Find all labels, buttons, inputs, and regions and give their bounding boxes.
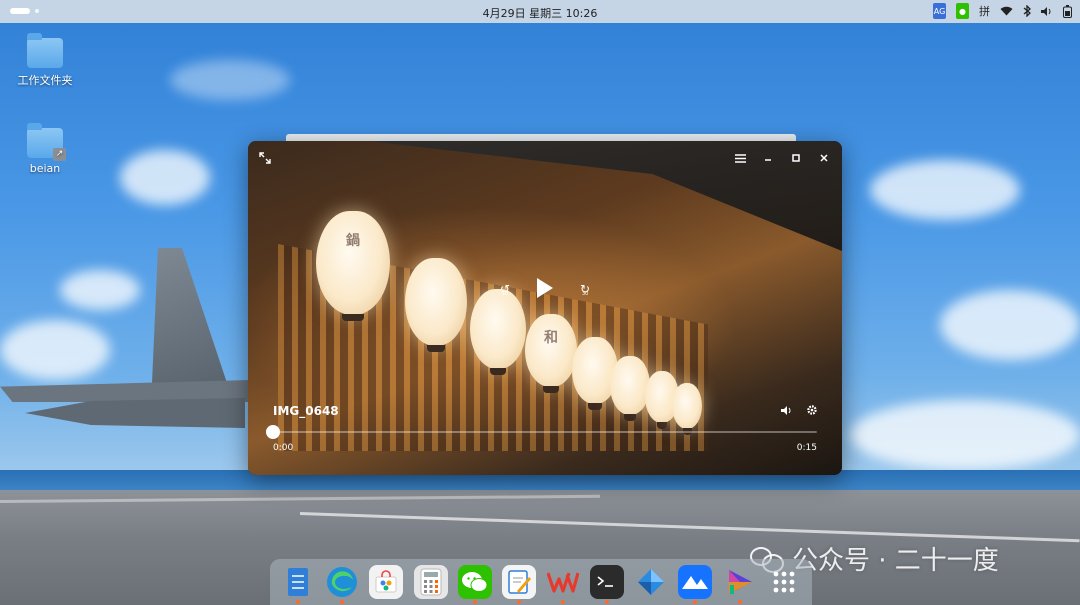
wifi-icon[interactable]	[1000, 3, 1013, 19]
close-icon	[820, 154, 828, 162]
speaker-icon	[781, 406, 791, 415]
volume-icon[interactable]	[1041, 3, 1053, 19]
video-player-window[interactable]: 鍋 和 ↺ 10 ↻ 30 IMG_0648 0:00 0:15	[248, 141, 842, 475]
watermark-text: 公众号 · 二十一度	[792, 546, 999, 576]
video-frame: 鍋 和	[248, 141, 842, 475]
maximize-button[interactable]	[788, 150, 804, 166]
skip-forward-seconds: 30	[582, 291, 589, 297]
dock-app-edge[interactable]	[325, 565, 359, 604]
dock	[270, 559, 812, 605]
video-title: IMG_0648	[273, 404, 339, 418]
battery-icon[interactable]	[1063, 3, 1072, 19]
minimize-button[interactable]	[760, 150, 776, 166]
maximize-icon	[792, 154, 800, 162]
terminal-icon	[597, 576, 614, 587]
dock-app-launcher[interactable]	[767, 565, 801, 599]
desktop-icon-work-folder[interactable]: 工作文件夹	[15, 33, 75, 88]
dock-app-media-player[interactable]	[723, 565, 757, 604]
skip-back-seconds: 10	[502, 291, 509, 297]
input-method-indicator[interactable]: 拼	[979, 3, 990, 19]
desktop-icon-label: beian	[29, 162, 61, 175]
system-tray: AG ● 拼	[933, 3, 1072, 19]
app-store-icon	[375, 570, 397, 593]
edge-browser-icon	[327, 567, 358, 597]
dock-app-terminal[interactable]	[590, 565, 625, 604]
folder-icon	[27, 33, 63, 68]
dock-app-calculator[interactable]	[413, 565, 448, 599]
file-manager-icon	[288, 568, 309, 596]
calculator-icon	[420, 568, 442, 596]
dock-app-store[interactable]	[369, 565, 404, 599]
dock-app-feishu[interactable]	[678, 565, 713, 604]
play-button[interactable]	[526, 271, 560, 305]
current-time: 0:00	[273, 443, 294, 453]
menu-button[interactable]	[732, 150, 748, 166]
desktop-icon-label: 工作文件夹	[17, 74, 73, 87]
clock[interactable]: 4月29日 星期三 10:26	[0, 5, 1080, 21]
bluetooth-icon[interactable]	[1023, 3, 1031, 19]
gear-icon	[807, 405, 817, 415]
media-player-icon	[728, 570, 752, 594]
folder-shortcut-icon: ↗	[27, 123, 66, 161]
top-panel: 4月29日 星期三 10:26 AG ● 拼	[0, 0, 1080, 23]
dock-app-file-manager[interactable]	[281, 565, 315, 604]
settings-button[interactable]	[806, 404, 820, 418]
minimize-icon	[765, 159, 771, 161]
total-duration: 0:15	[796, 443, 817, 453]
wechat-icon	[461, 572, 488, 592]
volume-button[interactable]	[781, 405, 795, 419]
tray-app-icon[interactable]: AG	[933, 3, 946, 19]
fullscreen-expand-button[interactable]	[258, 151, 272, 165]
dock-app-wechat[interactable]	[457, 565, 492, 604]
wps-office-icon	[547, 572, 580, 593]
hamburger-icon	[734, 153, 746, 163]
skip-back-button[interactable]: ↺ 10	[497, 281, 513, 297]
expand-icon	[259, 152, 271, 164]
feishu-icon	[682, 576, 709, 589]
dock-app-text-editor[interactable]	[501, 565, 536, 604]
window-controls	[732, 150, 832, 166]
desktop-icon-beian[interactable]: ↗ beian	[15, 123, 75, 175]
dock-app-dev-tool[interactable]	[634, 565, 668, 599]
text-editor-icon	[508, 570, 531, 594]
wechat-tray-icon[interactable]: ●	[956, 3, 969, 19]
app-launcher-icon	[773, 571, 795, 593]
dev-tool-icon	[638, 569, 665, 595]
progress-handle[interactable]	[266, 425, 280, 439]
shortcut-arrow-icon: ↗	[53, 148, 66, 161]
close-button[interactable]	[816, 150, 832, 166]
dock-app-wps[interactable]	[546, 565, 580, 604]
skip-forward-button[interactable]: ↻ 30	[577, 281, 593, 297]
progress-slider[interactable]	[266, 425, 817, 439]
